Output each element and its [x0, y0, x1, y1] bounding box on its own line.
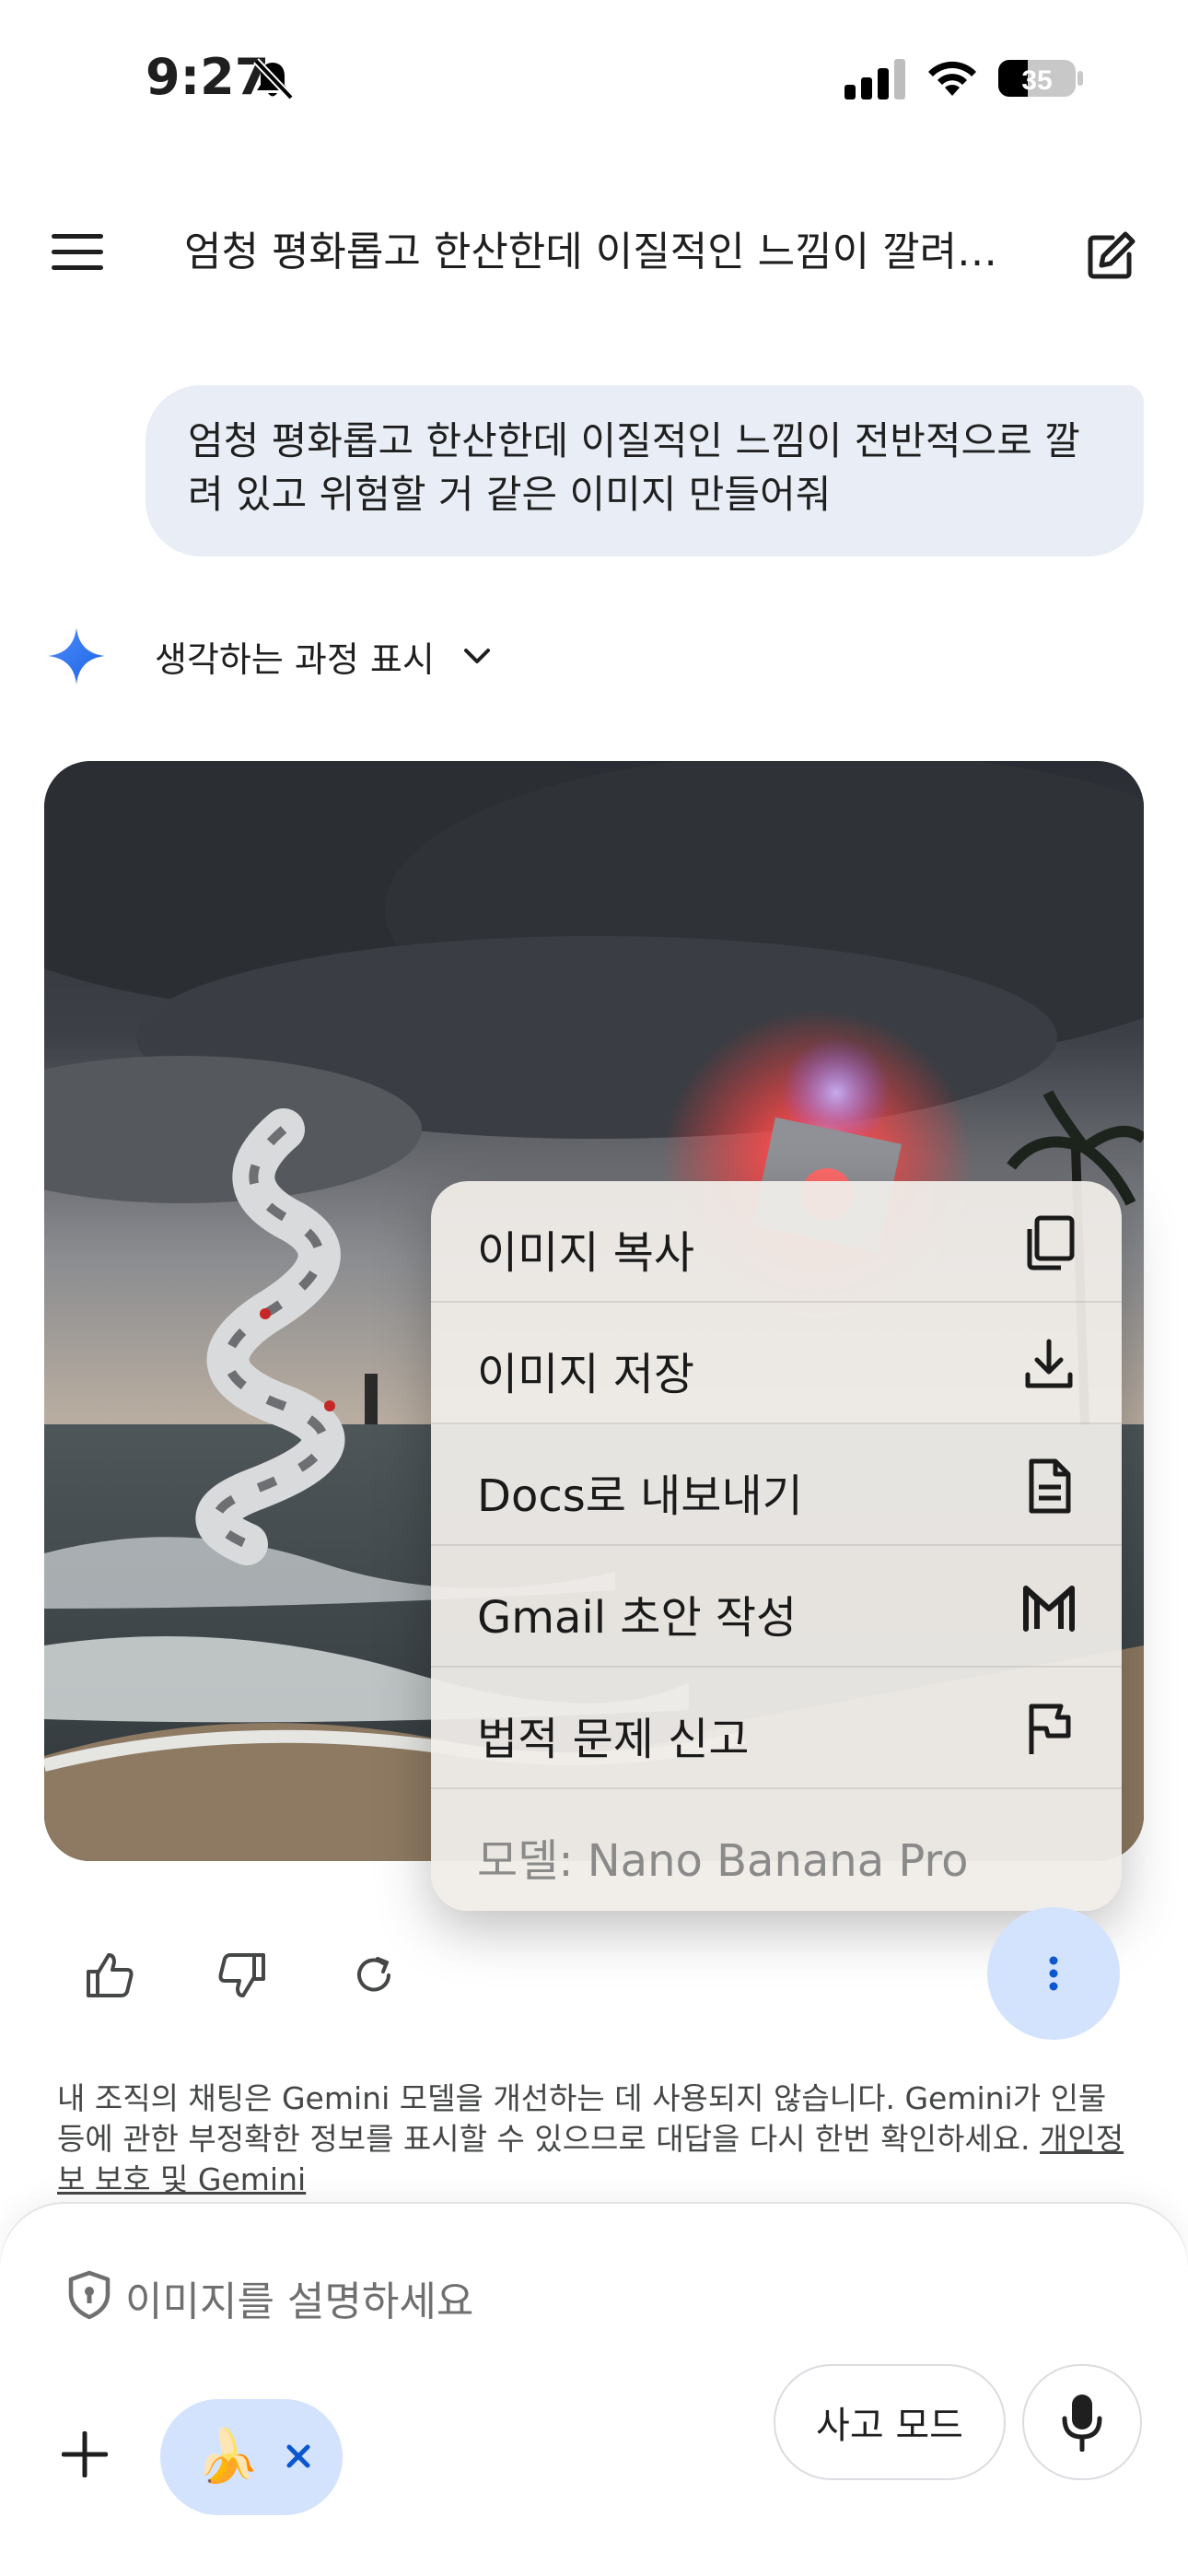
hamburger-menu-icon	[52, 234, 103, 270]
prompt-input[interactable]: 이미지를 설명하세요	[125, 2268, 473, 2327]
menu-item-label: 이미지 복사	[477, 1227, 695, 1279]
more-vert-icon	[1049, 1956, 1058, 1991]
menu-item-gmail-draft[interactable]: Gmail 초안 작성	[431, 1546, 1122, 1668]
wifi-icon	[928, 61, 976, 96]
gmail-icon	[1023, 1586, 1075, 1632]
menu-item-copy-image[interactable]: 이미지 복사	[431, 1181, 1122, 1303]
thumbs-down-button[interactable]	[206, 1940, 276, 2010]
microphone-button[interactable]	[1022, 2364, 1142, 2480]
signal-icon	[844, 59, 905, 100]
image-context-menu: 이미지 복사 이미지 저장 Docs로 내보내기 Gmail 초안 작성 법적 …	[431, 1181, 1122, 1911]
model-info: 모델: Nano Banana Pro	[431, 1789, 1122, 1911]
disclaimer-text: 내 조직의 채팅은 Gemini 모델을 개선하는 데 사용되지 않습니다. G…	[57, 2080, 1107, 2157]
banana-icon: 🍌	[195, 2427, 260, 2487]
disclaimer: 내 조직의 채팅은 Gemini 모델을 개선하는 데 사용되지 않습니다. G…	[57, 2078, 1135, 2200]
close-icon[interactable]	[278, 2436, 319, 2476]
refresh-icon	[357, 1957, 390, 1992]
menu-item-export-docs[interactable]: Docs로 내보내기	[431, 1424, 1122, 1546]
menu-item-label: Docs로 내보내기	[477, 1470, 803, 1522]
show-thinking-label: 생각하는 과정 표시	[155, 638, 435, 680]
regenerate-button[interactable]	[339, 1940, 409, 2010]
thumbs-up-button[interactable]	[76, 1940, 146, 2010]
input-panel: 이미지를 설명하세요 🍌	[0, 2204, 1188, 2576]
menu-item-label: 이미지 저장	[477, 1349, 695, 1400]
copy-icon	[1027, 1215, 1075, 1270]
new-chat-button[interactable]	[1077, 223, 1144, 289]
image-tool-chip[interactable]: 🍌	[160, 2399, 343, 2515]
flag-icon	[1029, 1704, 1071, 1754]
thumbs-down-icon	[218, 1953, 265, 1997]
add-attachment-button[interactable]	[48, 2418, 122, 2491]
user-message-bubble[interactable]: 엄청 평화롭고 한산한데 이질적인 느낌이 전반적으로 깔려 있고 위험할 거 …	[146, 385, 1144, 556]
menu-item-label: 법적 문제 신고	[477, 1714, 750, 1765]
bell-slash-icon	[253, 58, 294, 100]
thumbs-up-icon	[87, 1953, 134, 1997]
microphone-icon	[1062, 2395, 1102, 2452]
shield-icon	[68, 2270, 111, 2320]
menu-button[interactable]	[37, 219, 118, 286]
document-icon	[1029, 1458, 1071, 1514]
plus-icon	[62, 2431, 108, 2477]
thinking-mode-button[interactable]: 사고 모드	[774, 2364, 1006, 2480]
app-header: 엄청 평화롭고 한산한데 이질적인 느낌이 깔려…	[0, 203, 1188, 304]
conversation-title[interactable]: 엄청 평화롭고 한산한데 이질적인 느낌이 깔려…	[184, 225, 1013, 280]
edit-icon	[1088, 231, 1136, 279]
menu-item-label: Gmail 초안 작성	[477, 1592, 798, 1644]
menu-item-report-legal[interactable]: 법적 문제 신고	[431, 1668, 1122, 1789]
gemini-spark-icon	[48, 627, 105, 685]
menu-item-save-image[interactable]: 이미지 저장	[431, 1303, 1122, 1424]
chevron-down-icon	[463, 649, 490, 663]
model-label: 모델: Nano Banana Pro	[477, 1835, 969, 1887]
show-thinking-toggle[interactable]: 생각하는 과정 표시	[46, 619, 495, 693]
battery-icon: 35	[998, 60, 1083, 97]
download-icon	[1025, 1339, 1073, 1388]
status-bar: 9:27 35	[0, 0, 1188, 161]
more-options-button[interactable]	[987, 1907, 1120, 2040]
battery-level: 35	[1021, 65, 1052, 96]
